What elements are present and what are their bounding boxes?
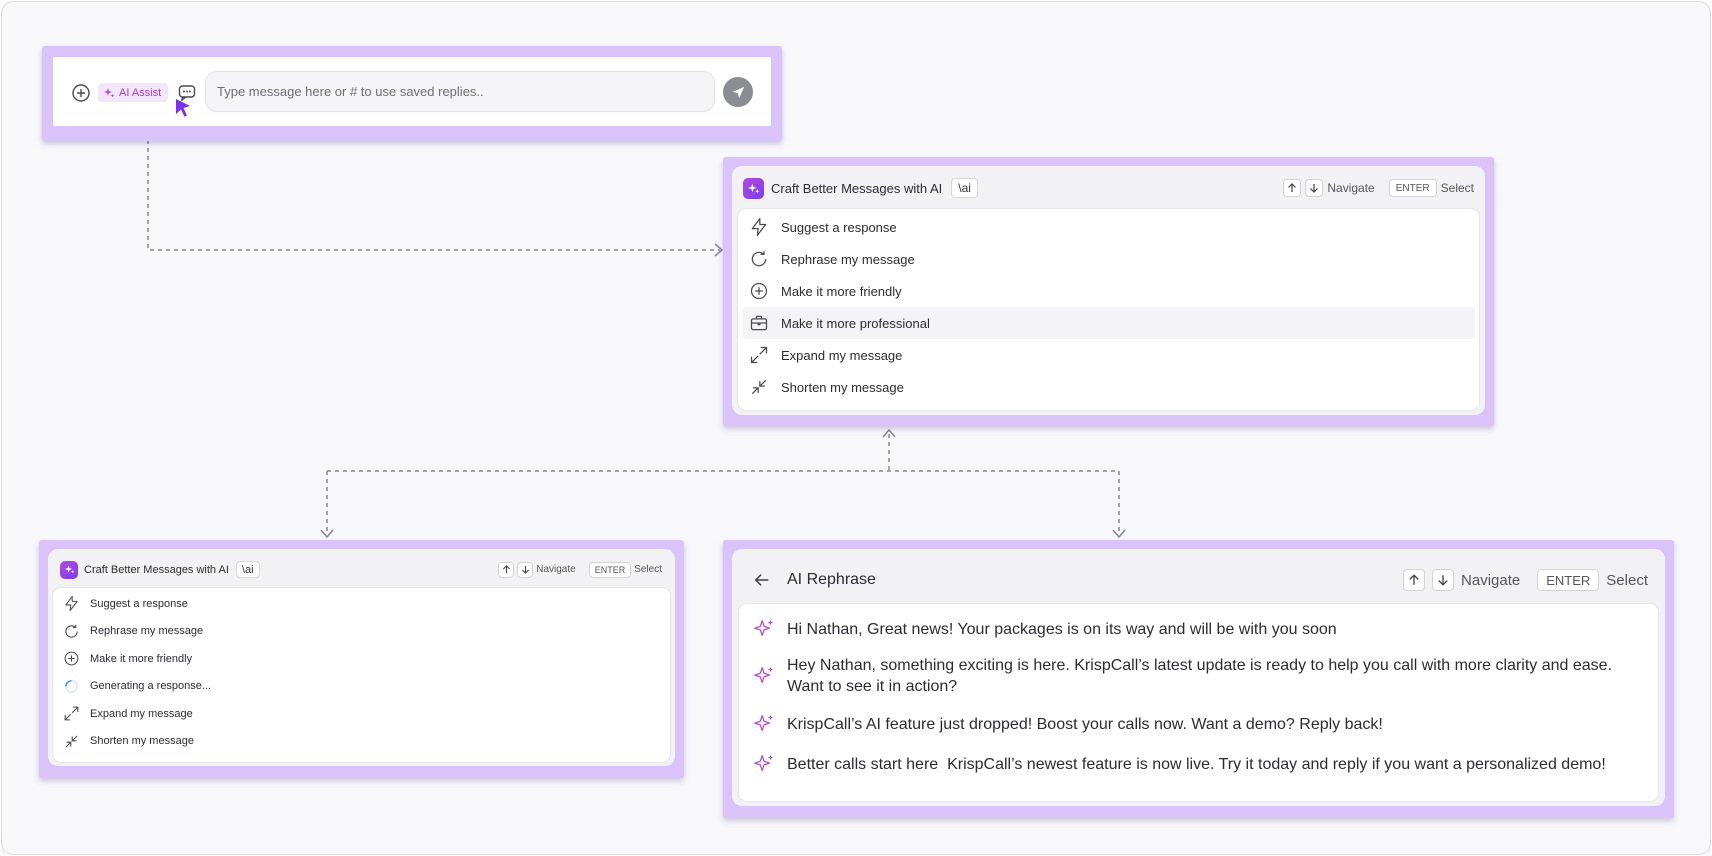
back-arrow-icon[interactable] [753,571,771,589]
arrowhead-down-small [320,529,334,539]
rephrase-suggestion[interactable]: Better calls start here KrispCall’s newe… [739,744,1658,784]
flow-canvas: AI Assist Craft Better Messages with AI … [1,1,1711,855]
option-label: Shorten my message [781,379,904,395]
option-label: Expand my message [781,347,903,363]
arrowhead-down-rephrase [1112,529,1126,539]
suggestion-text: Better calls start here KrispCall’s newe… [787,755,1606,773]
arrow-up-icon [498,561,515,578]
refresh-icon [751,251,767,267]
ai-options-list: Suggest a response Rephrase my message M… [52,587,671,763]
rephrase-suggestion[interactable]: KrispCall’s AI feature just dropped! Boo… [739,704,1658,744]
option-rephrase-message[interactable]: Rephrase my message [56,618,667,646]
option-label: Expand my message [90,707,193,720]
option-suggest-response[interactable]: Suggest a response [742,211,1475,243]
rephrase-suggestion[interactable]: Hi Nathan, Great news! Your packages is … [739,610,1658,648]
sparkle-icon [754,714,774,732]
arrow-down-icon [1305,179,1324,197]
option-more-friendly[interactable]: Make it more friendly [56,645,667,673]
option-label: Suggest a response [781,219,897,235]
lightning-icon [751,218,767,236]
add-attachment-icon[interactable] [70,82,92,104]
arrow-down-icon [1432,569,1455,591]
navigate-label: Navigate [1327,181,1375,195]
arrow-up-icon [1403,569,1426,591]
option-label: Suggest a response [90,597,188,610]
ai-rephrase-header: AI Rephrase Navigate ENTER Select [753,568,1648,592]
plus-circle-icon [64,651,79,666]
composer-bar: AI Assist [53,57,771,126]
rephrase-suggestion[interactable]: Hey Nathan, something exciting is here. … [739,648,1658,704]
shorten-icon [751,379,767,395]
briefcase-icon [750,315,768,331]
sparkle-icon [754,754,774,772]
ai-menu-generating-panel: Craft Better Messages with AI \ai Naviga… [39,540,684,778]
lightning-icon [65,596,78,612]
ai-rephrase-panel: AI Rephrase Navigate ENTER Select Hi Nat… [723,540,1674,818]
connector-menu-to-children [326,434,1120,534]
option-suggest-response[interactable]: Suggest a response [56,590,667,618]
option-label: Generating a response... [90,680,212,693]
suggestion-text: Hi Nathan, Great news! Your packages is … [787,620,1337,638]
expand-icon [750,346,768,364]
navigate-label: Navigate [1461,571,1521,589]
message-composer: AI Assist [42,46,782,141]
ai-menu-generating-header: Craft Better Messages with AI \ai Naviga… [60,560,662,579]
arrow-down-icon [517,561,534,578]
ai-menu-title: Craft Better Messages with AI [771,180,943,196]
send-icon [732,86,744,98]
refresh-icon [65,624,78,638]
enter-key: ENTER [1388,179,1437,197]
keyboard-hints: Navigate ENTER Select [498,561,662,578]
send-button[interactable] [723,77,753,107]
ai-menu-panel: Craft Better Messages with AI \ai Naviga… [723,157,1494,426]
ai-options-list: Suggest a response Rephrase my message M… [737,208,1480,411]
option-label: Rephrase my message [90,625,204,638]
sparkle-icon [104,87,115,97]
ai-rephrase-title: AI Rephrase [787,571,876,588]
ai-assist-label: AI Assist [119,86,162,99]
sparkle-icon [754,666,774,684]
expand-icon [64,706,79,721]
rephrase-suggestions-list: Hi Nathan, Great news! Your packages is … [738,603,1659,802]
keyboard-hints: Navigate ENTER Select [1403,569,1648,591]
option-expand-message[interactable]: Expand my message [56,700,667,728]
select-label: Select [634,564,662,575]
option-shorten-message[interactable]: Shorten my message [56,728,667,756]
option-label: Make it more professional [781,315,930,331]
enter-key: ENTER [1537,569,1600,591]
option-expand-message[interactable]: Expand my message [742,339,1475,371]
ai-shortcut-tag: \ai [951,178,978,198]
option-more-professional[interactable]: Make it more professional [742,307,1475,339]
arrowhead-up-menu [882,428,896,438]
sparkle-icon [754,619,774,637]
plus-circle-icon [750,282,768,300]
ai-menu-header: Craft Better Messages with AI \ai Naviga… [743,177,1474,199]
ai-menu-title: Craft Better Messages with AI [84,563,229,576]
option-rephrase-message[interactable]: Rephrase my message [742,243,1475,275]
option-generating: Generating a response... [56,673,667,701]
option-label: Shorten my message [90,735,194,748]
navigate-label: Navigate [536,564,576,575]
mouse-cursor-icon [176,99,190,117]
ai-logo-icon [743,177,764,199]
arrowhead-right-menu [714,243,724,257]
ai-assist-button[interactable]: AI Assist [98,83,169,102]
option-label: Make it more friendly [781,283,902,299]
suggestion-text: KrispCall’s AI feature just dropped! Boo… [787,715,1383,733]
option-label: Make it more friendly [90,652,193,665]
suggestion-text: Hey Nathan, something exciting is here. … [787,657,1617,695]
option-shorten-message[interactable]: Shorten my message [742,371,1475,403]
enter-key: ENTER [588,561,632,578]
spinner-icon [65,679,78,693]
option-more-friendly[interactable]: Make it more friendly [742,275,1475,307]
select-label: Select [1606,571,1648,589]
arrow-up-icon [1283,179,1302,197]
shorten-icon [65,735,78,748]
keyboard-hints: Navigate ENTER Select [1283,179,1474,197]
message-input[interactable] [205,71,715,112]
select-label: Select [1440,181,1474,195]
ai-logo-icon [60,560,78,579]
ai-shortcut-tag: \ai [235,561,260,578]
option-label: Rephrase my message [781,251,915,267]
